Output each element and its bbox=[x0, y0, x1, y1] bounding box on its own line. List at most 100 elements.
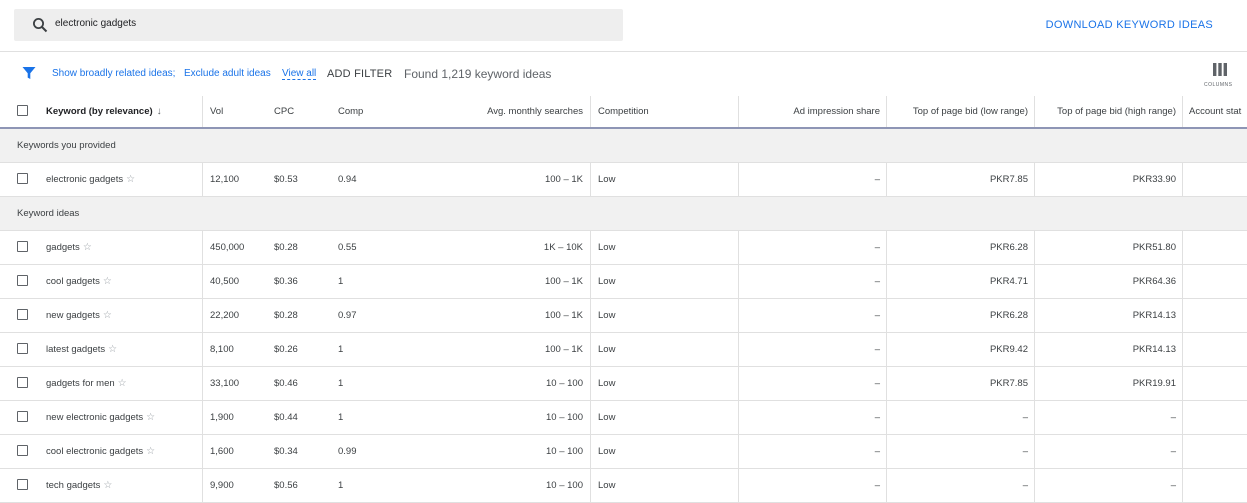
cell-competition: Low bbox=[591, 435, 739, 468]
cell-comp: 0.55 bbox=[338, 242, 357, 253]
cell-bid-low: – bbox=[887, 469, 1035, 502]
table-row[interactable]: tech gadgets ☆ 9,900 $0.56 1 10 – 100 Low – – – bbox=[0, 469, 1247, 503]
cell-competition: Low bbox=[591, 469, 739, 502]
cell-ad-impression-share: – bbox=[739, 163, 887, 196]
columns-button[interactable]: COLUMNS bbox=[1201, 60, 1241, 92]
cell-competition: Low bbox=[591, 163, 739, 196]
cell-competition: Low bbox=[591, 231, 739, 264]
cell-vol: 9,900 bbox=[210, 480, 234, 491]
keyword-text: cool electronic gadgets bbox=[46, 446, 144, 457]
cell-ad-impression-share: – bbox=[739, 367, 887, 400]
cell-bid-high: – bbox=[1035, 469, 1183, 502]
header-account-status[interactable]: Account stat bbox=[1189, 96, 1247, 127]
group-label: Keyword ideas bbox=[17, 208, 80, 219]
cell-avg-monthly-searches: 10 – 100 bbox=[400, 401, 591, 434]
columns-icon bbox=[1213, 63, 1227, 76]
add-filter-button[interactable]: ADD FILTER bbox=[327, 68, 392, 80]
keyword-text: gadgets for men bbox=[46, 378, 115, 389]
table-row[interactable]: gadgets ☆ 450,000 $0.28 0.55 1K – 10K Low – PKR6… bbox=[0, 231, 1247, 265]
cell-vol: 33,100 bbox=[210, 378, 240, 389]
exclude-adult-ideas-link[interactable]: Exclude adult ideas bbox=[184, 68, 271, 79]
cell-comp: 0.94 bbox=[338, 174, 357, 185]
row-checkbox[interactable] bbox=[17, 445, 28, 456]
table-row[interactable]: cool gadgets ☆ 40,500 $0.36 1 100 – 1K Low – PKR… bbox=[0, 265, 1247, 299]
cell-avg-monthly-searches: 10 – 100 bbox=[400, 469, 591, 502]
top-bar: electronic gadgets DOWNLOAD KEYWORD IDEA… bbox=[0, 0, 1247, 52]
row-checkbox[interactable] bbox=[17, 275, 28, 286]
cell-competition: Low bbox=[591, 401, 739, 434]
row-checkbox[interactable] bbox=[17, 241, 28, 252]
cell-comp: 1 bbox=[338, 412, 344, 423]
header-vol[interactable]: Vol bbox=[210, 96, 265, 127]
header-cpc[interactable]: CPC bbox=[274, 96, 329, 127]
table-row[interactable]: latest gadgets ☆ 8,100 $0.26 1 100 – 1K Low – PK… bbox=[0, 333, 1247, 367]
cell-cpc: $0.53 bbox=[274, 174, 298, 185]
cell-vol: 40,500 bbox=[210, 276, 240, 287]
header-bid-low[interactable]: Top of page bid (low range) bbox=[887, 96, 1035, 127]
star-icon[interactable]: ☆ bbox=[146, 412, 155, 423]
cell-cpc: $0.34 bbox=[274, 446, 298, 457]
cell-bid-high: PKR14.13 bbox=[1035, 299, 1183, 332]
cell-bid-low: – bbox=[887, 401, 1035, 434]
cell-keyword: latest gadgets ☆ bbox=[0, 333, 203, 366]
cell-avg-monthly-searches: 100 – 1K bbox=[400, 163, 591, 196]
cell-keyword: gadgets ☆ bbox=[0, 231, 203, 264]
keyword-text: tech gadgets bbox=[46, 480, 101, 491]
table-header: Keyword (by relevance) ↓ Vol CPC Comp Avg… bbox=[0, 96, 1247, 129]
header-bid-high[interactable]: Top of page bid (high range) bbox=[1035, 96, 1183, 127]
cell-bid-high: PKR64.36 bbox=[1035, 265, 1183, 298]
star-icon[interactable]: ☆ bbox=[103, 310, 112, 321]
cell-keyword: new electronic gadgets ☆ bbox=[0, 401, 203, 434]
row-checkbox[interactable] bbox=[17, 377, 28, 388]
table-row[interactable]: new electronic gadgets ☆ 1,900 $0.44 1 10 – 1… bbox=[0, 401, 1247, 435]
cell-bid-low: PKR7.85 bbox=[887, 163, 1035, 196]
cell-ad-impression-share: – bbox=[739, 231, 887, 264]
search-query[interactable]: electronic gadgets bbox=[55, 18, 136, 29]
table-row[interactable]: electronic gadgets ☆ 12,100 $0.53 0.94 100 – … bbox=[0, 163, 1247, 197]
cell-comp: 1 bbox=[338, 276, 344, 287]
view-all-link[interactable]: View all bbox=[282, 68, 317, 80]
found-count: Found 1,219 keyword ideas bbox=[404, 67, 552, 81]
row-checkbox[interactable] bbox=[17, 411, 28, 422]
filter-bar: Show broadly related ideas; Exclude adul… bbox=[0, 52, 1247, 96]
star-icon[interactable]: ☆ bbox=[108, 344, 117, 355]
cell-avg-monthly-searches: 100 – 1K bbox=[400, 299, 591, 332]
header-keyword[interactable]: Keyword (by relevance) ↓ bbox=[0, 96, 203, 127]
cell-cpc: $0.46 bbox=[274, 378, 298, 389]
star-icon[interactable]: ☆ bbox=[146, 446, 155, 457]
header-comp[interactable]: Comp bbox=[338, 96, 398, 127]
columns-label: COLUMNS bbox=[1204, 82, 1233, 88]
cell-vol: 450,000 bbox=[210, 242, 245, 253]
select-all-checkbox[interactable] bbox=[17, 105, 28, 116]
star-icon[interactable]: ☆ bbox=[126, 174, 135, 185]
table-row[interactable]: gadgets for men ☆ 33,100 $0.46 1 10 – 100 Low –… bbox=[0, 367, 1247, 401]
filter-icon[interactable] bbox=[22, 66, 36, 80]
star-icon[interactable]: ☆ bbox=[118, 378, 127, 389]
cell-cpc: $0.26 bbox=[274, 344, 298, 355]
table-row[interactable]: cool electronic gadgets ☆ 1,600 $0.34 0.99 10… bbox=[0, 435, 1247, 469]
row-checkbox[interactable] bbox=[17, 343, 28, 354]
header-competition[interactable]: Competition bbox=[591, 96, 739, 127]
header-keyword-label: Keyword (by relevance) bbox=[46, 106, 153, 117]
header-avg-monthly-searches[interactable]: Avg. monthly searches bbox=[400, 96, 591, 127]
star-icon[interactable]: ☆ bbox=[103, 276, 112, 287]
search-input[interactable]: electronic gadgets bbox=[14, 9, 623, 41]
row-checkbox[interactable] bbox=[17, 479, 28, 490]
star-icon[interactable]: ☆ bbox=[103, 480, 112, 491]
row-checkbox[interactable] bbox=[17, 173, 28, 184]
header-ad-impression-share[interactable]: Ad impression share bbox=[739, 96, 887, 127]
keyword-table: Keyword (by relevance) ↓ Vol CPC Comp Avg… bbox=[0, 96, 1247, 503]
cell-bid-low: PKR9.42 bbox=[887, 333, 1035, 366]
download-keyword-ideas-button[interactable]: DOWNLOAD KEYWORD IDEAS bbox=[1046, 19, 1213, 31]
cell-bid-high: PKR51.80 bbox=[1035, 231, 1183, 264]
show-broadly-related-link[interactable]: Show broadly related ideas; bbox=[52, 68, 175, 79]
cell-vol: 1,600 bbox=[210, 446, 234, 457]
row-checkbox[interactable] bbox=[17, 309, 28, 320]
table-row[interactable]: new gadgets ☆ 22,200 $0.28 0.97 100 – 1K Low – P… bbox=[0, 299, 1247, 333]
cell-bid-low: – bbox=[887, 435, 1035, 468]
cell-avg-monthly-searches: 100 – 1K bbox=[400, 265, 591, 298]
star-icon[interactable]: ☆ bbox=[83, 242, 92, 253]
cell-keyword: cool electronic gadgets ☆ bbox=[0, 435, 203, 468]
cell-bid-high: PKR33.90 bbox=[1035, 163, 1183, 196]
cell-comp: 1 bbox=[338, 378, 344, 389]
